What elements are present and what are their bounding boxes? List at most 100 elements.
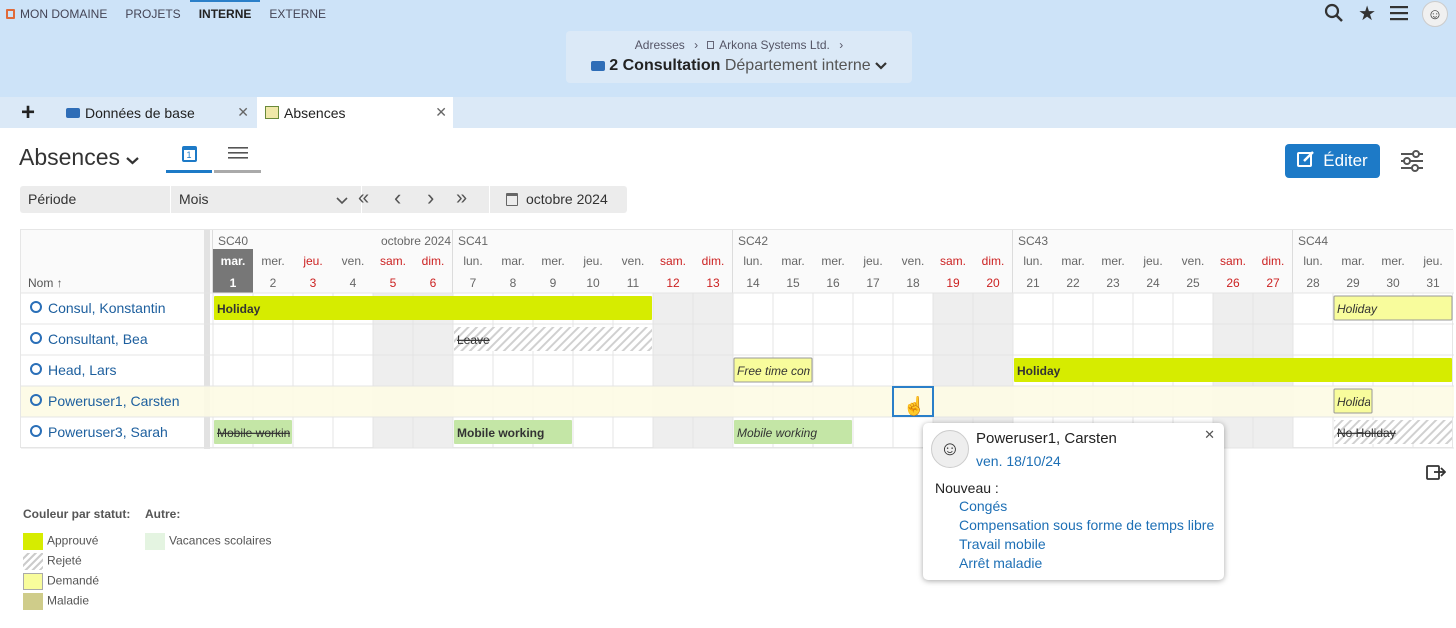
day-of-week-label: lun.	[1023, 254, 1042, 268]
day-of-week-label: mer.	[541, 254, 564, 268]
absence-label: Holiday	[217, 302, 261, 316]
tab-bar: + Données de base ✕ Absences ✕	[0, 97, 1456, 128]
day-of-week-label: mer.	[1381, 254, 1404, 268]
person-name[interactable]: Poweruser1, Carsten	[48, 393, 180, 409]
menu-icon[interactable]	[1390, 5, 1408, 24]
view-list-button[interactable]	[214, 146, 261, 173]
day-of-week-label: dim.	[422, 254, 445, 268]
legend-other: Autre: Vacances scolaires	[145, 507, 272, 550]
day-of-week-label: lun.	[463, 254, 482, 268]
search-icon[interactable]	[1324, 3, 1344, 26]
month-picker[interactable]: octobre 2024	[489, 186, 627, 213]
breadcrumb-adresses[interactable]: Adresses	[635, 38, 685, 52]
day-number-label: 16	[826, 276, 840, 290]
day-number-label: 18	[906, 276, 920, 290]
day-number-label: 13	[706, 276, 720, 290]
nav-mon-domaine[interactable]: MON DOMAINE	[0, 0, 116, 28]
legend-other-title: Autre:	[145, 507, 181, 521]
option-conges[interactable]: Congés	[959, 498, 1007, 514]
period-toolbar: Période Mois « ‹ › » octobre 2024	[20, 185, 627, 213]
day-of-week-label: ven.	[342, 254, 365, 268]
prev-page-button[interactable]: ‹	[394, 185, 401, 211]
breadcrumb-company[interactable]: Arkona Systems Ltd.	[719, 38, 830, 52]
person-name[interactable]: Poweruser3, Sarah	[48, 424, 168, 440]
popup-new-label: Nouveau :	[935, 480, 999, 496]
beach-icon	[265, 106, 279, 119]
highlighted-row	[21, 386, 1454, 417]
legend-status: Couleur par statut: Approuvé Rejeté Dema…	[23, 507, 130, 610]
context-subtitle: Département interne	[724, 57, 871, 74]
absence-label: Mobile working	[217, 426, 297, 440]
first-page-button[interactable]: «	[358, 187, 369, 210]
day-number-label: 21	[1026, 276, 1040, 290]
day-number-label: 10	[586, 276, 600, 290]
option-sick-leave[interactable]: Arrêt maladie	[959, 555, 1042, 571]
absence-bar[interactable]	[1014, 358, 1452, 382]
new-absence-popup: ☺ Poweruser1, Carsten ven. 18/10/24 ✕ No…	[923, 423, 1224, 580]
next-page-button[interactable]: ›	[427, 185, 434, 211]
context-selector[interactable]: 2 Consultation Département interne	[566, 57, 912, 75]
day-of-week-label: mer.	[1101, 254, 1124, 268]
person-icon	[30, 425, 42, 437]
day-of-week-label: jeu.	[582, 254, 602, 268]
edit-button[interactable]: Éditer	[1285, 144, 1380, 178]
name-header[interactable]: Nom ↑	[28, 276, 63, 290]
star-icon[interactable]: ★	[1358, 4, 1376, 24]
nav-externe[interactable]: EXTERNE	[260, 0, 335, 28]
export-icon[interactable]	[1426, 463, 1447, 484]
nav-interne[interactable]: INTERNE	[189, 0, 261, 28]
list-icon	[227, 146, 248, 170]
month-label: octobre 2024	[381, 234, 451, 248]
day-number-label: 7	[470, 276, 477, 290]
day-of-week-label: lun.	[743, 254, 762, 268]
day-of-week-label: ven.	[622, 254, 645, 268]
day-of-week-label: ven.	[1182, 254, 1205, 268]
context-header: Adresses › Arkona Systems Ltd. › 2 Consu…	[566, 31, 912, 83]
hand-cursor-icon: ☝	[903, 396, 926, 416]
settings-sliders-icon[interactable]	[1400, 150, 1424, 175]
legend-requested: Demandé	[23, 573, 130, 590]
person-name[interactable]: Consul, Konstantin	[48, 300, 166, 316]
period-select[interactable]: Mois	[170, 186, 362, 213]
chevron-down-icon	[336, 192, 348, 208]
calendar-grid: Nom ↑ mar. 1 mer. 2 jeu. 3 ven. 4 sam. 5 dim. 6 lun. 7…	[21, 230, 1454, 449]
add-tab-button[interactable]: +	[0, 97, 56, 128]
popup-date[interactable]: ven. 18/10/24	[976, 453, 1061, 469]
day-of-week-label: sam.	[660, 254, 686, 268]
day-number-label: 30	[1386, 276, 1400, 290]
close-icon[interactable]: ✕	[435, 104, 447, 121]
week-label: SC42	[738, 234, 768, 248]
user-avatar[interactable]: ☺	[1422, 1, 1448, 27]
absence-label: No Holiday	[1337, 426, 1396, 440]
context-title: 2 Consultation	[609, 57, 721, 74]
day-number-label: 25	[1186, 276, 1200, 290]
week-label: SC40	[218, 234, 248, 248]
person-name[interactable]: Head, Lars	[48, 362, 116, 378]
day-number-label: 24	[1146, 276, 1160, 290]
day-number-label: 22	[1066, 276, 1080, 290]
page-title[interactable]: Absences	[19, 144, 140, 171]
day-number-label: 4	[350, 276, 357, 290]
day-number-label: 29	[1346, 276, 1360, 290]
tab-absences[interactable]: Absences ✕	[257, 97, 453, 128]
day-number-label: 23	[1106, 276, 1120, 290]
day-of-week-label: sam.	[380, 254, 406, 268]
popup-name: Poweruser1, Carsten	[976, 430, 1117, 447]
period-label: Période	[28, 191, 77, 207]
day-number-label: 1	[230, 276, 237, 290]
option-mobile-work[interactable]: Travail mobile	[959, 536, 1046, 552]
tab-donnees-de-base[interactable]: Données de base ✕	[58, 97, 255, 128]
nav-projets[interactable]: PROJETS	[116, 0, 189, 28]
close-icon[interactable]: ✕	[237, 104, 249, 121]
absence-bar[interactable]	[214, 296, 652, 320]
last-page-button[interactable]: »	[456, 187, 467, 210]
view-calendar-button[interactable]: 1	[166, 146, 212, 173]
absence-label: Leave	[457, 333, 490, 347]
day-number-label: 31	[1426, 276, 1440, 290]
department-icon	[66, 107, 80, 118]
person-name[interactable]: Consultant, Bea	[48, 331, 148, 347]
close-icon[interactable]: ✕	[1204, 427, 1215, 443]
day-of-week-label: mar.	[1061, 254, 1084, 268]
day-of-week-label: sam.	[940, 254, 966, 268]
option-compensation[interactable]: Compensation sous forme de temps libre	[959, 517, 1214, 533]
